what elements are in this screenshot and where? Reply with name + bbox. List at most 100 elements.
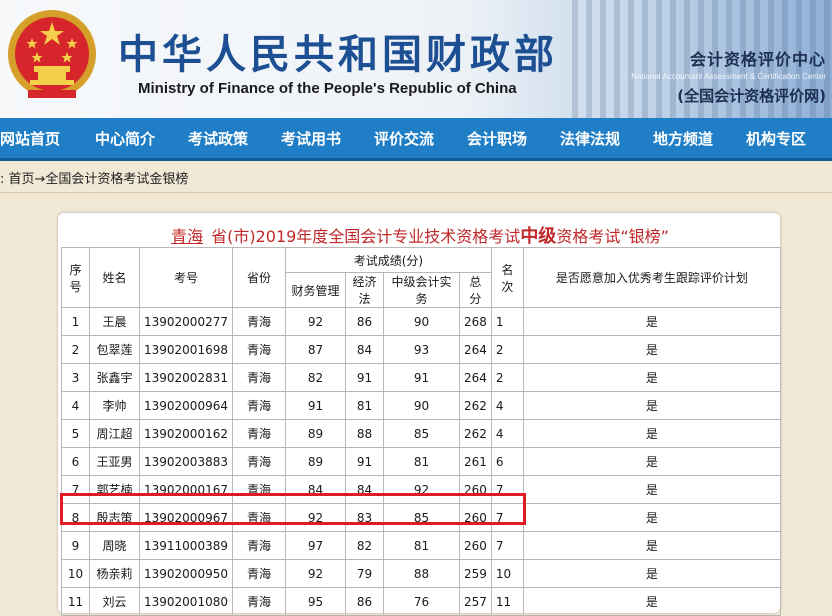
cell-s2: 84	[344, 335, 384, 364]
cell-seq: 4	[61, 391, 90, 420]
cell-s3: 91	[382, 363, 460, 392]
cell-follow: 是	[522, 447, 781, 476]
nav-workplace[interactable]: 会计职场	[467, 128, 527, 149]
table-row: 11 刘云 13902001080 青海 95 86 76 257 11 是	[61, 587, 781, 616]
nav-about[interactable]: 中心简介	[95, 128, 155, 149]
table-row: 4 李帅 13902000964 青海 91 81 90 262 4 是	[61, 391, 781, 420]
cell-id: 13902000950	[139, 559, 233, 588]
cell-seq: 10	[61, 559, 90, 588]
cell-total: 261	[458, 447, 492, 476]
col-prov: 省份	[231, 247, 286, 308]
cell-prov: 青海	[231, 531, 286, 560]
table-body: 1 王晨 13902000277 青海 92 86 90 268 1 是 2 包翠莲 139020016…	[61, 307, 781, 616]
cell-rank: 4	[490, 391, 524, 420]
col-seq: 序号	[61, 247, 90, 308]
col-follow: 是否愿意加入优秀考生跟踪评价计划	[522, 247, 781, 308]
nav-laws[interactable]: 法律法规	[560, 128, 620, 149]
cell-s1: 87	[284, 335, 346, 364]
cell-id: 13902000964	[139, 391, 233, 420]
cell-s2: 91	[344, 447, 384, 476]
cell-rank: 2	[490, 363, 524, 392]
cell-s3: 81	[382, 447, 460, 476]
cell-follow: 是	[522, 335, 781, 364]
cell-s1: 92	[284, 307, 346, 336]
cell-name: 张鑫宇	[89, 363, 140, 392]
cell-s2: 88	[344, 419, 384, 448]
table-row: 10 杨亲莉 13902000950 青海 92 79 88 259 10 是	[61, 559, 781, 588]
cell-prov: 青海	[231, 587, 286, 616]
col-s2: 经济法	[344, 272, 384, 308]
cell-prov: 青海	[231, 447, 286, 476]
col-s1: 财务管理	[284, 272, 346, 308]
cell-s2: 86	[344, 587, 384, 616]
cell-total: 259	[458, 559, 492, 588]
cell-s3: 76	[382, 587, 460, 616]
cell-follow: 是	[522, 531, 781, 560]
cell-s2: 86	[344, 307, 384, 336]
site-header: 中华人民共和国财政部 Ministry of Finance of the Pe…	[0, 0, 832, 118]
cell-prov: 青海	[231, 307, 286, 336]
title-suffix: 资格考试“银榜”	[556, 227, 669, 246]
nav-local[interactable]: 地方频道	[653, 128, 713, 149]
cell-follow: 是	[522, 363, 781, 392]
nav-exchange[interactable]: 评价交流	[374, 128, 434, 149]
cell-name: 周晓	[89, 531, 140, 560]
cell-s3: 90	[382, 391, 460, 420]
col-s3: 中级会计实务	[382, 272, 460, 308]
nav-home[interactable]: 网站首页	[0, 128, 60, 149]
table-row: 3 张鑫宇 13902002831 青海 82 91 91 264 2 是	[61, 363, 781, 392]
breadcrumb: : 首页→全国会计资格考试金银榜	[0, 172, 189, 187]
col-id: 考号	[139, 247, 233, 308]
cell-s2: 82	[344, 531, 384, 560]
cell-prov: 青海	[231, 391, 286, 420]
cell-seq: 3	[61, 363, 90, 392]
cell-id: 13911000389	[139, 531, 233, 560]
cell-id: 13902000277	[139, 307, 233, 336]
cell-name: 王亚男	[89, 447, 140, 476]
cell-id: 13902001080	[139, 587, 233, 616]
table-row: 5 周江超 13902000162 青海 89 88 85 262 4 是	[61, 419, 781, 448]
cell-id: 13902000162	[139, 419, 233, 448]
cell-id: 13902003883	[139, 447, 233, 476]
col-score-group: 考试成绩(分)	[284, 247, 492, 273]
cell-total: 262	[458, 419, 492, 448]
cell-name: 王晨	[89, 307, 140, 336]
center-name: 会计资格评价中心	[689, 50, 826, 69]
center-name-en: National Accountant Assessment & Certifi…	[631, 72, 826, 81]
cell-s1: 95	[284, 587, 346, 616]
cell-s1: 89	[284, 419, 346, 448]
cell-follow: 是	[522, 475, 781, 504]
cell-s3: 90	[382, 307, 460, 336]
ranking-table: 序号 姓名 考号 省份 考试成绩(分) 名次 是否愿意加入优秀考生跟踪评价计划 …	[61, 247, 781, 616]
nav-institutions[interactable]: 机构专区	[746, 128, 806, 149]
nav-exam-books[interactable]: 考试用书	[281, 128, 341, 149]
col-total: 总分	[458, 272, 492, 308]
cell-name: 李帅	[89, 391, 140, 420]
cell-prov: 青海	[231, 335, 286, 364]
cell-rank: 7	[490, 531, 524, 560]
cell-seq: 1	[61, 307, 90, 336]
cell-rank: 6	[490, 447, 524, 476]
cell-rank: 11	[490, 587, 524, 616]
cell-total: 257	[458, 587, 492, 616]
cell-total: 264	[458, 363, 492, 392]
nav-exam-policy[interactable]: 考试政策	[188, 128, 248, 149]
divider	[0, 192, 832, 193]
cell-s1: 91	[284, 391, 346, 420]
highlight-box	[60, 493, 526, 525]
cell-follow: 是	[522, 391, 781, 420]
cell-id: 13902001698	[139, 335, 233, 364]
cell-follow: 是	[522, 503, 781, 532]
cell-rank: 2	[490, 335, 524, 364]
cell-total: 268	[458, 307, 492, 336]
center-site: (全国会计资格评价网)	[677, 87, 826, 105]
cell-seq: 9	[61, 531, 90, 560]
table-row: 6 王亚男 13902003883 青海 89 91 81 261 6 是	[61, 447, 781, 476]
cell-total: 264	[458, 335, 492, 364]
table-row: 9 周晓 13911000389 青海 97 82 81 260 7 是	[61, 531, 781, 560]
cell-s1: 82	[284, 363, 346, 392]
cell-s3: 81	[382, 531, 460, 560]
cell-total: 262	[458, 391, 492, 420]
cell-s1: 89	[284, 447, 346, 476]
cell-follow: 是	[522, 559, 781, 588]
